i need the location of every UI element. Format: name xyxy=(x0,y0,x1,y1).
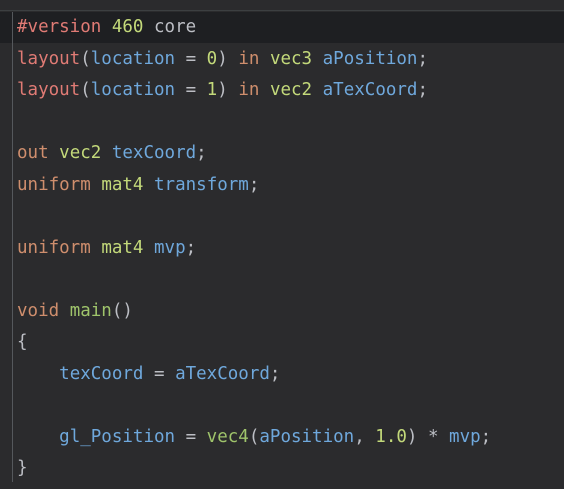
location-index: 0 xyxy=(206,49,218,69)
semicolon: ; xyxy=(480,427,492,447)
constructor-call: vec4 xyxy=(206,427,249,447)
parens: () xyxy=(111,301,133,321)
paren-open: ( xyxy=(80,49,91,69)
code-line-3[interactable]: layout(location = 1) in vec2 aTexCoord; xyxy=(17,75,428,106)
code-line-11[interactable]: { xyxy=(17,327,28,358)
assign-operator: = xyxy=(143,364,176,384)
uniform-keyword: uniform xyxy=(17,175,91,195)
semicolon: ; xyxy=(269,364,281,384)
type-name: vec2 xyxy=(269,80,313,100)
type-name: vec2 xyxy=(59,143,102,163)
code-line-1[interactable]: #version 460 core xyxy=(17,12,196,43)
type-name: mat4 xyxy=(101,238,144,258)
float-literal: 1.0 xyxy=(375,427,407,447)
type-name: vec3 xyxy=(269,49,313,69)
multiply-operator: * xyxy=(417,427,450,447)
code-line-8[interactable]: uniform mat4 mvp; xyxy=(17,233,196,264)
preprocessor-directive: #version xyxy=(17,17,102,37)
argument: mvp xyxy=(449,427,481,447)
assign-operator: = xyxy=(175,427,207,447)
gutter-divider xyxy=(12,12,13,482)
code-line-6[interactable]: uniform mat4 transform; xyxy=(17,170,259,201)
void-keyword: void xyxy=(17,301,60,321)
layout-keyword: layout xyxy=(17,80,81,100)
attribute-name: aTexCoord xyxy=(322,80,418,100)
location-qualifier: location xyxy=(90,80,176,100)
brace-open: { xyxy=(17,332,28,352)
out-keyword: out xyxy=(17,143,49,163)
code-editor[interactable]: #version 460 core layout(location = 0) i… xyxy=(0,0,564,489)
function-name: main xyxy=(69,301,112,321)
in-keyword: in xyxy=(238,49,260,69)
semicolon: ; xyxy=(417,49,429,69)
in-keyword: in xyxy=(238,80,260,100)
layout-keyword: layout xyxy=(17,49,81,69)
comma: , xyxy=(354,427,376,447)
paren-close: ) xyxy=(217,49,228,69)
location-qualifier: location xyxy=(90,49,176,69)
uniform-keyword: uniform xyxy=(17,238,91,258)
paren-open: ( xyxy=(248,427,260,447)
semicolon: ; xyxy=(248,175,260,195)
argument: aPosition xyxy=(259,427,355,447)
code-line-5[interactable]: out vec2 texCoord; xyxy=(17,138,207,169)
code-line-2[interactable]: layout(location = 0) in vec3 aPosition; xyxy=(17,44,428,75)
paren-open: ( xyxy=(80,80,91,100)
version-number: 460 xyxy=(111,17,144,37)
assign-target: texCoord xyxy=(59,364,144,384)
code-line-14[interactable]: gl_Position = vec4(aPosition, 1.0) * mvp… xyxy=(17,422,491,453)
attribute-name: aPosition xyxy=(322,49,418,69)
variable-name: texCoord xyxy=(111,143,197,163)
assign-operator: = xyxy=(175,49,207,69)
assign-target: gl_Position xyxy=(59,427,176,447)
code-line-10[interactable]: void main() xyxy=(17,296,133,327)
editor-top-divider xyxy=(0,10,564,11)
assign-operator: = xyxy=(175,80,207,100)
uniform-name: transform xyxy=(154,175,249,195)
semicolon: ; xyxy=(196,143,207,163)
brace-close: } xyxy=(17,458,28,478)
code-line-12[interactable]: texCoord = aTexCoord; xyxy=(17,359,280,390)
semicolon: ; xyxy=(417,80,429,100)
code-line-15[interactable]: } xyxy=(17,453,28,484)
paren-close: ) xyxy=(217,80,228,100)
semicolon: ; xyxy=(185,238,197,258)
uniform-name: mvp xyxy=(154,238,186,258)
location-index: 1 xyxy=(206,80,218,100)
paren-close: ) xyxy=(406,427,418,447)
assign-source: aTexCoord xyxy=(175,364,270,384)
type-name: mat4 xyxy=(101,175,144,195)
version-profile: core xyxy=(154,17,197,37)
